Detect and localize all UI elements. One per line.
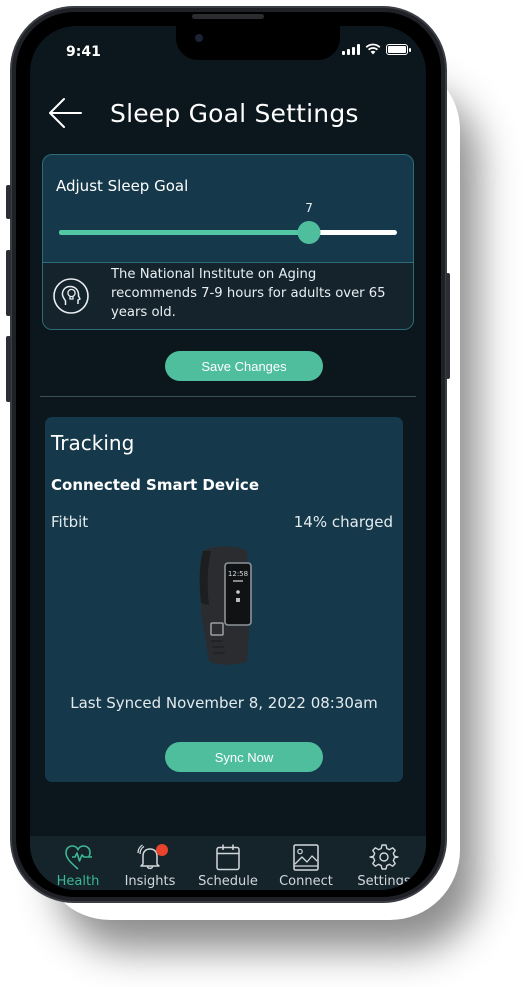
side-button-silent [6, 185, 11, 219]
tab-settings[interactable]: Settings [346, 842, 422, 889]
screen: 9:41 Sleep Goal Settings Adjust Sleep Go… [30, 26, 426, 890]
page-title: Sleep Goal Settings [110, 98, 359, 128]
connected-device-heading: Connected Smart Device [51, 476, 259, 494]
header: Sleep Goal Settings [46, 94, 359, 132]
head-lightbulb-icon [53, 278, 89, 314]
cellular-signal-icon [342, 43, 360, 55]
tab-health[interactable]: Health [40, 842, 116, 889]
divider [40, 396, 416, 397]
recommendation-text: The National Institute on Aging recommen… [111, 267, 386, 320]
tab-label: Insights [124, 874, 176, 889]
gear-icon [369, 844, 399, 870]
slider-thumb[interactable] [297, 221, 321, 244]
tracking-title: Tracking [51, 431, 135, 455]
last-synced-text: Last Synced November 8, 2022 08:30am [70, 694, 378, 712]
back-button[interactable] [46, 94, 84, 132]
calendar-icon [216, 844, 240, 871]
fitbit-watch-image: 12:58 [199, 546, 252, 665]
device-name: Fitbit [51, 513, 89, 531]
status-icons [342, 43, 411, 55]
device-battery-status: 14% charged [293, 513, 393, 531]
arrow-left-icon [49, 98, 82, 128]
side-button-power [446, 273, 450, 379]
tab-connect[interactable]: Connect [268, 842, 344, 889]
sync-now-button[interactable]: Sync Now [165, 742, 323, 772]
slider-fill [59, 230, 310, 235]
sleep-goal-label: Adjust Sleep Goal [56, 177, 189, 195]
wifi-icon [365, 43, 381, 55]
image-icon [293, 844, 319, 871]
tab-label: Connect [279, 874, 333, 889]
tracking-card: Tracking Connected Smart Device Fitbit 1… [45, 417, 403, 782]
sleep-goal-slider[interactable] [59, 221, 397, 244]
battery-icon [386, 43, 411, 55]
front-camera [195, 34, 203, 42]
tab-label: Settings [357, 874, 411, 889]
slider-value-label: 7 [305, 201, 313, 215]
bottom-tab-bar: Health Insights Schedule Connect Setting… [30, 836, 426, 890]
tab-schedule[interactable]: Schedule [190, 842, 266, 889]
tab-label: Health [56, 874, 100, 889]
side-button-volume-up [6, 250, 11, 316]
sleep-goal-slider-section: Adjust Sleep Goal 7 [43, 155, 413, 263]
sleep-recommendation: The National Institute on Aging recommen… [43, 263, 413, 329]
save-changes-button[interactable]: Save Changes [165, 351, 323, 381]
notification-badge [156, 844, 168, 856]
heart-pulse-icon [65, 845, 92, 870]
sleep-goal-card: Adjust Sleep Goal 7 The National Institu… [42, 154, 414, 330]
status-time: 9:41 [66, 44, 101, 60]
earpiece-speaker [192, 14, 264, 19]
notch [176, 26, 340, 60]
tab-insights[interactable]: Insights [112, 842, 188, 889]
watch-time: 12:58 [228, 570, 248, 578]
side-button-volume-down [6, 336, 11, 402]
tab-label: Schedule [198, 874, 258, 889]
